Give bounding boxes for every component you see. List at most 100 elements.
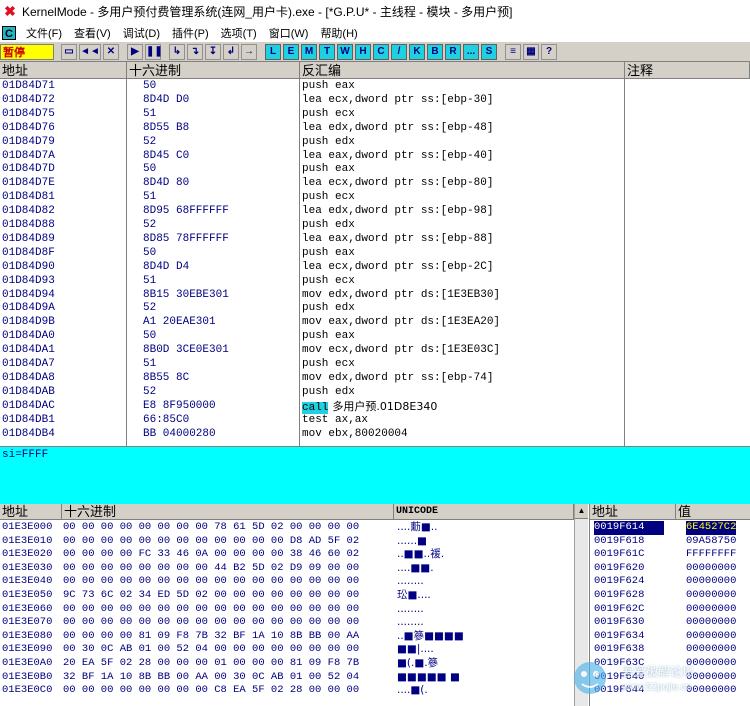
trace-into-button[interactable]: ↧ (205, 43, 221, 60)
grid-icon[interactable]: ▦ (523, 43, 539, 60)
dump-row[interactable]: 01E3E090 00 30 0C AB 01 00 52 04 00 00 00… (0, 643, 588, 657)
mdi-logo-icon[interactable]: C (2, 25, 16, 40)
menu-options[interactable]: 选项(T) (215, 25, 263, 41)
col-disasm-header[interactable]: 反汇编 (300, 62, 625, 79)
disasm-address: 01D84D93 (2, 274, 55, 287)
disasm-row[interactable]: 01D84D9B A1 20EAE301 mov eax,dword ptr ds:… (0, 316, 750, 330)
disasm-row[interactable]: 01D84D88 52 push edx (0, 219, 750, 233)
disasm-row[interactable]: 01D84DA8 8B55 8C mov edx,dword ptr ss:[ebp… (0, 372, 750, 386)
disasm-row[interactable]: 01D84DA0 50 push eax (0, 330, 750, 344)
disasm-row[interactable]: 01D84D81 51 push ecx (0, 191, 750, 205)
disasm-instruction: push edx (302, 219, 355, 231)
disasm-row[interactable]: 01D84D93 51 push ecx (0, 275, 750, 289)
stack-address: 0019F614 (594, 521, 665, 535)
stack-row[interactable]: 0019F634 00000000 (590, 630, 750, 644)
stack-value-header[interactable]: 值 (676, 504, 750, 520)
dump-row[interactable]: 01E3E030 00 00 00 00 00 00 00 00 44 B2 5D… (0, 562, 588, 576)
step-into-button[interactable]: ↳ (169, 43, 185, 60)
patches-button[interactable]: / (391, 43, 407, 60)
close-icon[interactable]: ✕ (103, 43, 119, 60)
handles-button[interactable]: H (355, 43, 371, 60)
disasm-row[interactable]: 01D84D9A 52 push edx (0, 302, 750, 316)
stack-row[interactable]: 0019F638 00000000 (590, 643, 750, 657)
disasm-row[interactable]: 01D84D7D 50 push eax (0, 163, 750, 177)
disasm-row[interactable]: 01D84D89 8D85 78FFFFFF lea eax,dword ptr s… (0, 233, 750, 247)
trace-over-button[interactable]: ↲ (223, 43, 239, 60)
disasm-row[interactable]: 01D84D71 50 push eax (0, 80, 750, 94)
disasm-row[interactable]: 01D84DAB 52 push edx (0, 386, 750, 400)
open-folder-icon[interactable]: ▭ (61, 43, 77, 60)
disasm-row[interactable]: 01D84D79 52 push edx (0, 136, 750, 150)
stack-row[interactable]: 0019F624 00000000 (590, 575, 750, 589)
dump-row[interactable]: 01E3E060 00 00 00 00 00 00 00 00 00 00 00… (0, 603, 588, 617)
cpu-button[interactable]: C (373, 43, 389, 60)
scroll-up-icon[interactable]: ▲ (575, 504, 588, 519)
disasm-row[interactable]: 01D84D72 8D4D D0 lea ecx,dword ptr ss:[ebp… (0, 94, 750, 108)
disasm-row[interactable]: 01D84D8F 50 push eax (0, 247, 750, 261)
pause-button[interactable]: ❚❚ (145, 43, 163, 60)
windows-button[interactable]: W (337, 43, 353, 60)
dump-row[interactable]: 01E3E010 00 00 00 00 00 00 00 00 00 00 00… (0, 535, 588, 549)
dump-row[interactable]: 01E3E070 00 00 00 00 00 00 00 00 00 00 00… (0, 616, 588, 630)
col-address-header[interactable]: 地址 (0, 62, 127, 79)
step-over-button[interactable]: ↴ (187, 43, 203, 60)
dump-address-header[interactable]: 地址 (0, 504, 62, 520)
stack-row[interactable]: 0019F618 09A58750 (590, 535, 750, 549)
stack-address: 0019F61C (594, 548, 645, 561)
disasm-row[interactable]: 01D84D82 8D95 68FFFFFF lea edx,dword ptr s… (0, 205, 750, 219)
references-button[interactable]: R (445, 43, 461, 60)
dump-row[interactable]: 01E3E0A0 20 EA 5F 02 28 00 00 00 01 00 00… (0, 657, 588, 671)
disasm-row[interactable]: 01D84D7A 8D45 C0 lea eax,dword ptr ss:[ebp… (0, 150, 750, 164)
disasm-row[interactable]: 01D84DA1 8B0D 3CE0E301 mov ecx,dword ptr d… (0, 344, 750, 358)
breakpoints-button[interactable]: B (427, 43, 443, 60)
menu-debug[interactable]: 调试(D) (117, 25, 166, 41)
dump-row[interactable]: 01E3E080 00 00 00 00 81 09 F8 7B 32 BF 1A… (0, 630, 588, 644)
menu-file[interactable]: 文件(F) (20, 25, 68, 41)
stack-row[interactable]: 0019F614 6E4527C2 (590, 521, 750, 535)
memory-button[interactable]: M (301, 43, 317, 60)
menu-plugins[interactable]: 插件(P) (166, 25, 215, 41)
stack-row[interactable]: 0019F630 00000000 (590, 616, 750, 630)
dump-hex-header[interactable]: 十六进制 (62, 504, 394, 520)
menu-help[interactable]: 帮助(H) (314, 25, 363, 41)
dump-row[interactable]: 01E3E000 00 00 00 00 00 00 00 00 78 61 5D… (0, 521, 588, 535)
go-to-button[interactable]: → (241, 43, 257, 60)
stack-row[interactable]: 0019F628 00000000 (590, 589, 750, 603)
dump-unicode-header[interactable]: UNICODE (394, 504, 574, 520)
disasm-row[interactable]: 01D84DAC E8 8F950000 call 多用户预.01D8E340 (0, 400, 750, 414)
disasm-row[interactable]: 01D84D76 8D55 B8 lea edx,dword ptr ss:[ebp… (0, 122, 750, 136)
disasm-row[interactable]: 01D84DA7 51 push ecx (0, 358, 750, 372)
memory-dump-pane[interactable]: 地址 十六进制 UNICODE 01E3E000 00 00 00 00 00 0… (0, 504, 588, 706)
disasm-row[interactable]: 01D84DB4 BB 04000280 mov ebx,80020004 (0, 428, 750, 442)
disasm-row[interactable]: 01D84D94 8B15 30EBE301 mov edx,dword ptr d… (0, 289, 750, 303)
disassembly-pane[interactable]: 地址 十六进制 反汇编 注释 01D84D71 50 push eax 01D84D7… (0, 62, 750, 446)
list-icon[interactable]: ≡ (505, 43, 521, 60)
help-icon[interactable]: ? (541, 43, 557, 60)
run-trace-button[interactable]: ... (463, 43, 479, 60)
dump-row[interactable]: 01E3E0C0 00 00 00 00 00 00 00 00 C8 EA 5F… (0, 684, 588, 698)
modules-button[interactable]: E (283, 43, 299, 60)
call-stack-button[interactable]: K (409, 43, 425, 60)
dump-row[interactable]: 01E3E020 00 00 00 00 FC 33 46 0A 00 00 00… (0, 548, 588, 562)
stack-row[interactable]: 0019F620 00000000 (590, 562, 750, 576)
disasm-row[interactable]: 01D84D90 8D4D D4 lea ecx,dword ptr ss:[ebp… (0, 261, 750, 275)
disasm-row[interactable]: 01D84D75 51 push ecx (0, 108, 750, 122)
dump-row[interactable]: 01E3E0B0 32 BF 1A 10 8B BB 00 AA 00 30 0C… (0, 671, 588, 685)
col-comment-header[interactable]: 注释 (625, 62, 750, 79)
run-button[interactable]: ▶ (127, 43, 143, 60)
menu-view[interactable]: 查看(V) (68, 25, 117, 41)
dump-row[interactable]: 01E3E040 00 00 00 00 00 00 00 00 00 00 00… (0, 575, 588, 589)
restart-button[interactable]: ◄◄ (79, 43, 101, 60)
dump-row[interactable]: 01E3E050 9C 73 6C 02 34 ED 5D 02 00 00 00… (0, 589, 588, 603)
stack-row[interactable]: 0019F62C 00000000 (590, 603, 750, 617)
stack-row[interactable]: 0019F61C FFFFFFFF (590, 548, 750, 562)
disasm-row[interactable]: 01D84D7E 8D4D 80 lea ecx,dword ptr ss:[ebp… (0, 177, 750, 191)
menu-window[interactable]: 窗口(W) (263, 25, 315, 41)
dump-unicode: ......■ (397, 534, 427, 547)
threads-button[interactable]: T (319, 43, 335, 60)
log-window-button[interactable]: L (265, 43, 281, 60)
disasm-row[interactable]: 01D84DB1 66:85C0 test ax,ax (0, 414, 750, 428)
col-hex-header[interactable]: 十六进制 (127, 62, 300, 79)
source-button[interactable]: S (481, 43, 497, 60)
stack-address-header[interactable]: 地址 (590, 504, 676, 520)
